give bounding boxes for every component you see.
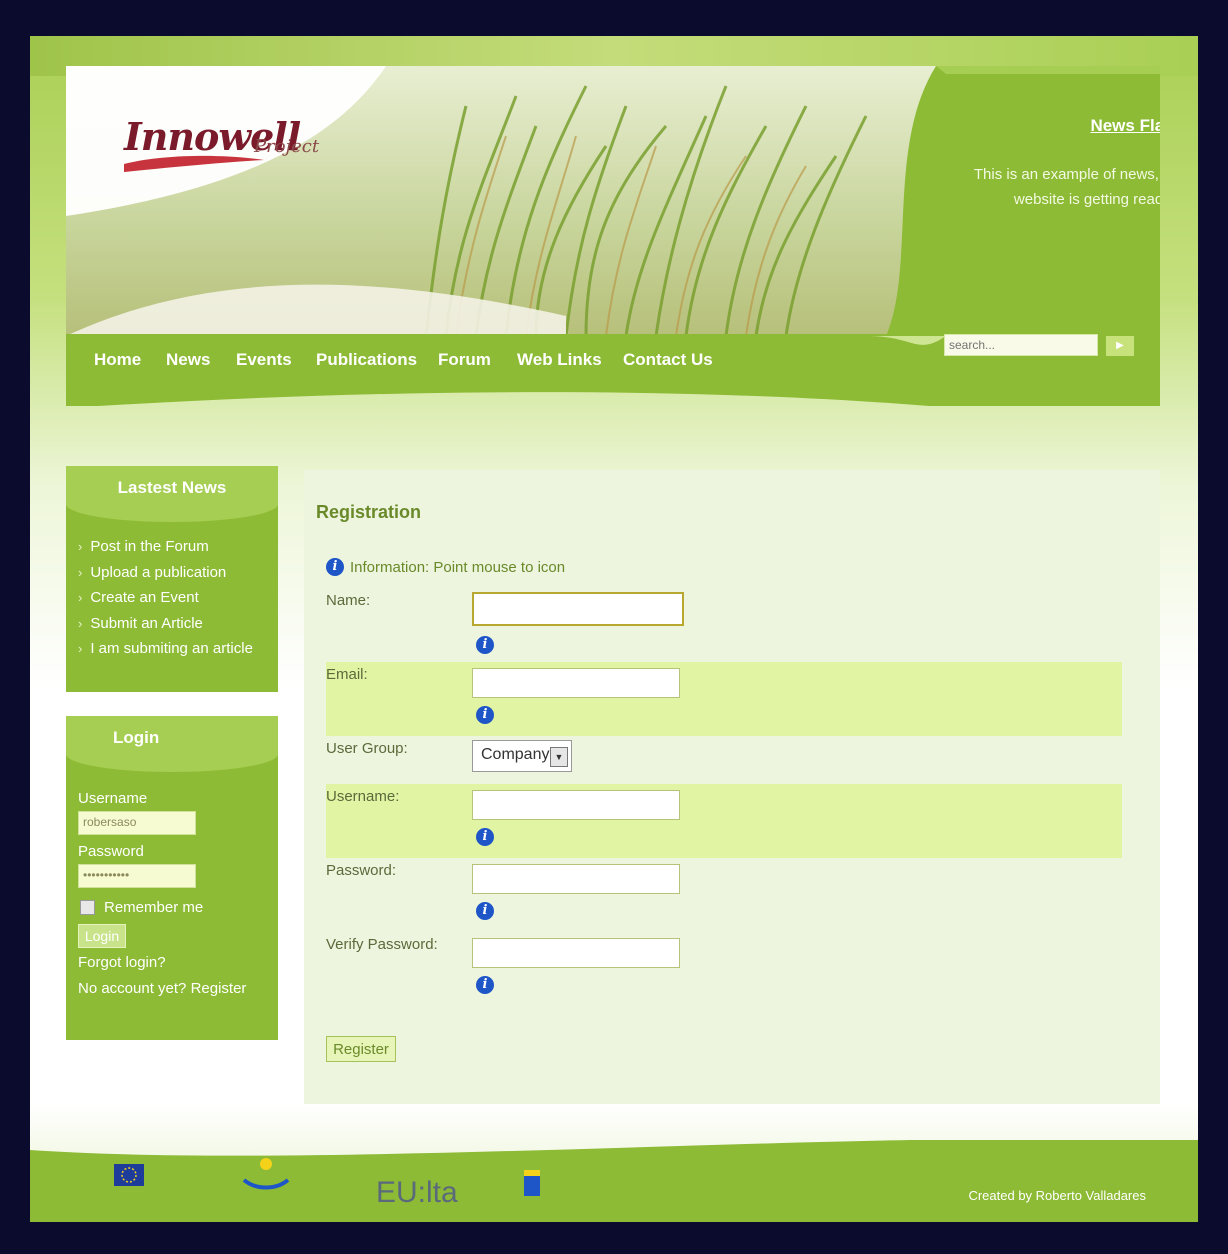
nav-events[interactable]: Events — [236, 350, 292, 370]
page: Innowell Project News Flash This is an e… — [30, 36, 1198, 1222]
verify-password-label: Verify Password: — [326, 936, 438, 953]
search-input[interactable] — [944, 334, 1098, 356]
remember-label: Remember me — [104, 898, 204, 916]
nav-news[interactable]: News — [166, 350, 210, 370]
email-field[interactable] — [472, 668, 680, 698]
register-button[interactable]: Register — [326, 1036, 396, 1062]
username-field[interactable]: robersaso — [78, 811, 196, 835]
login-title: Login — [66, 716, 278, 772]
user-group-label: User Group: — [326, 740, 408, 757]
forgot-login-link[interactable]: Forgot login? — [78, 952, 278, 974]
info-icon[interactable]: i — [476, 828, 494, 846]
username-label: Username — [78, 790, 148, 807]
info-icon[interactable]: i — [476, 902, 494, 920]
login-button[interactable]: Login — [78, 924, 126, 948]
user-group-value: Company — [481, 746, 550, 763]
registration-panel: Registration i Information: Point mouse … — [304, 470, 1160, 1104]
latest-news-box: Lastest News Post in the Forum Upload a … — [66, 466, 278, 692]
info-icon[interactable]: i — [476, 976, 494, 994]
nav-home[interactable]: Home — [94, 350, 141, 370]
chevron-down-icon[interactable]: ▼ — [550, 747, 568, 767]
name-row: Name: i — [326, 588, 1122, 662]
arrow-right-icon: ▶ — [1116, 340, 1124, 351]
page-title: Registration — [316, 502, 422, 522]
password-label: Password: — [326, 862, 397, 879]
password-row: Password: i — [326, 858, 1122, 932]
password-label: Password — [78, 843, 144, 860]
password-field[interactable] — [472, 864, 680, 894]
remember-row: Remember me — [80, 896, 278, 918]
latest-news-item[interactable]: Post in the Forum — [78, 534, 278, 560]
email-label: Email: — [326, 666, 368, 683]
latest-news-item[interactable]: Submit an Article — [78, 611, 278, 637]
username-row: Username: i — [326, 784, 1122, 858]
news-flash-title[interactable]: News Flash — [946, 116, 1160, 136]
info-icon[interactable]: i — [326, 558, 344, 576]
logo-swoosh — [124, 155, 264, 172]
login-box: Login Username robersaso Password ••••••… — [66, 716, 278, 1040]
search-button[interactable]: ▶ — [1106, 336, 1134, 356]
info-icon[interactable]: i — [476, 706, 494, 724]
username-field[interactable] — [472, 790, 680, 820]
name-field[interactable] — [472, 592, 684, 626]
news-flash: News Flash This is an example of news, t… — [946, 116, 1160, 212]
created-by: Created by Roberto Valladares — [968, 1188, 1146, 1203]
latest-news-item[interactable]: Upload a publication — [78, 560, 278, 586]
name-label: Name: — [326, 592, 371, 609]
nav-publications[interactable]: Publications — [316, 350, 417, 370]
register-link[interactable]: No account yet? Register — [78, 978, 278, 1000]
latest-news-title: Lastest News — [66, 466, 278, 522]
footer: EU:lta Created by Roberto Valladares — [30, 1140, 1198, 1222]
info-row: i Information: Point mouse to icon — [326, 558, 565, 576]
nav-web-links[interactable]: Web Links — [517, 350, 602, 370]
remember-checkbox[interactable] — [80, 899, 95, 915]
nav-forum[interactable]: Forum — [438, 350, 491, 370]
latest-news-item[interactable]: I am submiting an article — [78, 636, 278, 662]
password-field[interactable]: ••••••••••• — [78, 864, 196, 888]
info-text: Information: Point mouse to icon — [350, 558, 566, 576]
latest-news-list: Post in the Forum Upload a publication C… — [66, 534, 278, 662]
eu-lta-logo: EU:lta — [376, 1176, 458, 1209]
site-logo[interactable]: Innowell Project — [124, 114, 324, 184]
news-flash-text: This is an example of news, the website … — [973, 166, 1160, 208]
header-banner: Innowell Project News Flash This is an e… — [66, 66, 1160, 336]
info-icon[interactable]: i — [476, 636, 494, 654]
footer-band — [30, 1140, 1198, 1222]
user-group-select[interactable]: Company ▼ — [472, 740, 572, 772]
user-group-row: User Group: Company ▼ — [326, 736, 1122, 784]
username-label: Username: — [326, 788, 400, 805]
verify-password-row: Verify Password: i — [326, 932, 1122, 1006]
email-row: Email: i — [326, 662, 1122, 736]
verify-password-field[interactable] — [472, 938, 680, 968]
nav-contact-us[interactable]: Contact Us — [623, 350, 713, 370]
latest-news-item[interactable]: Create an Event — [78, 585, 278, 611]
